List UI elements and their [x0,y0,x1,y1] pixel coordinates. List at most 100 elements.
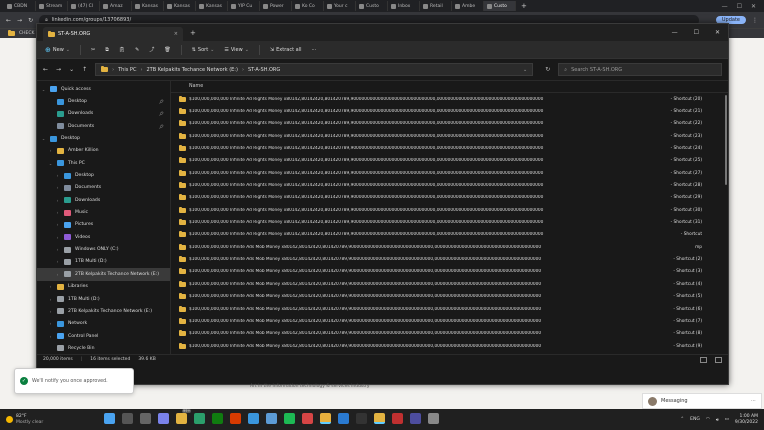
browser-tab[interactable]: Power [260,1,292,11]
sidebar-item[interactable]: › Videos [37,231,170,243]
file-explorer-icon[interactable]: 99+ [176,409,192,424]
sidebar-item[interactable]: › 2TB Kelpakits Techance Network (E:) [37,268,170,281]
search-box[interactable]: ⌕ Search ST-A-SH.ORG [558,63,722,76]
file-row[interactable]: $100,000,000,000 Infinite Ad Rights Mone… [171,192,728,204]
breadcrumb-item[interactable]: 2TB Kelpakits Techance Network (E:) [146,67,237,73]
sort-button[interactable]: ⇅ Sort ⌄ [192,47,215,53]
refresh-icon[interactable]: ↻ [545,66,550,73]
sidebar-item[interactable]: Documents 📌︎ [37,120,170,132]
chrome-icon[interactable] [320,413,331,424]
file-row[interactable]: $100,000,000,000 Infinite Ads Mob Money … [171,291,728,303]
file-row[interactable]: $100,000,000,000 Infinite Ad Rights Mone… [171,216,728,228]
browser-tab[interactable]: Stream [36,1,68,11]
expand-chevron-icon[interactable]: › [48,297,53,302]
folder-icon[interactable] [374,413,385,424]
file-row[interactable]: $100,000,000,000 Infinite Ads Mob Money … [171,266,728,278]
browser-tab[interactable]: Custo [356,1,388,11]
file-row[interactable]: $100,000,000,000 Infinite Ads Mob Money … [171,328,728,340]
column-header-name[interactable]: Name [171,81,728,93]
expand-chevron-icon[interactable]: › [48,148,53,153]
expand-chevron-icon[interactable]: › [55,210,60,215]
expand-chevron-icon[interactable]: ⌄ [41,136,46,141]
cut-icon[interactable]: ✂ [91,47,95,53]
details-view-icon[interactable] [700,356,707,363]
tiles-view-icon[interactable] [715,356,722,363]
close-tab-icon[interactable]: × [174,31,178,37]
file-row[interactable]: $100,000,000,000 Infinite Ads Mob Money … [171,340,728,352]
browser-tab[interactable]: Inbox [388,1,420,11]
recent-chevron-icon[interactable]: ⌄ [69,66,74,73]
browser-tab[interactable]: Kansas [132,1,164,11]
sidebar-item[interactable]: › Music [37,206,170,218]
reload-icon[interactable]: ↻ [28,17,33,24]
back-arrow-icon[interactable]: ← [43,66,48,73]
file-row[interactable]: $100,000,000,000 Infinite Ad Rights Mone… [171,93,728,105]
expand-chevron-icon[interactable]: › [55,259,60,264]
close-window-icon[interactable]: ✕ [715,29,720,36]
sidebar-item[interactable]: › Pictures [37,219,170,231]
expand-chevron-icon[interactable]: › [55,272,60,277]
forward-arrow-icon[interactable]: → [56,66,61,73]
rename-icon[interactable]: ✎ [135,47,139,53]
browser-tab[interactable]: Ko Co [292,1,324,11]
maximize-icon[interactable]: ☐ [694,29,699,36]
sidebar-item[interactable]: › Documents [37,182,170,194]
file-row[interactable]: $100,000,000,000 Infinite Ads Mob Money … [171,241,728,253]
close-window-icon[interactable]: ✕ [751,3,756,10]
sidebar-item[interactable]: › Amber Killion [37,145,170,157]
file-row[interactable]: $100,000,000,000 Infinite Ads Mob Money … [171,253,728,265]
expand-chevron-icon[interactable]: › [55,198,60,203]
sidebar-item[interactable]: › Control Panel [37,330,170,342]
browser-tab[interactable]: Ambe [452,1,484,11]
browser-tab[interactable]: Retail [420,1,452,11]
file-row[interactable]: $100,000,000,000 Infinite Ad Rights Mone… [171,179,728,191]
file-row[interactable]: $100,000,000,000 Infinite Ads Mob Money … [171,303,728,315]
share-icon[interactable]: ⤴ [149,46,154,53]
more-options-icon[interactable]: ⋯ [751,398,756,404]
vscode-icon[interactable] [338,413,349,424]
sidebar-item[interactable]: › Windows ONLY (C:) [37,243,170,255]
breadcrumb-item[interactable]: ST-A-SH.ORG [248,67,280,73]
search-icon[interactable] [122,413,133,424]
messaging-bar[interactable]: Messaging ⋯ [642,393,762,409]
expand-chevron-icon[interactable]: › [55,235,60,240]
new-button[interactable]: ⊕ New ⌄ [45,46,70,54]
expand-chevron-icon[interactable]: › [48,334,53,339]
file-row[interactable]: $100,000,000,000 Infinite Ads Mob Money … [171,352,728,354]
sidebar-item[interactable]: Downloads 📌︎ [37,108,170,120]
start-icon[interactable] [104,413,115,424]
chat-icon[interactable] [158,413,169,424]
file-row[interactable]: $100,000,000,000 Infinite Ad Rights Mone… [171,105,728,117]
explorer-tab[interactable]: ST-A-SH.ORG × [43,27,183,41]
store-icon[interactable] [248,413,259,424]
maximize-icon[interactable]: ☐ [737,3,742,10]
minimize-icon[interactable]: — [722,3,728,10]
language-indicator[interactable]: ENG [690,417,700,422]
sidebar-item[interactable]: ⌄ This PC [37,157,170,169]
edge-icon[interactable] [194,413,205,424]
clock[interactable]: 1:00 AM 9/30/2022 [735,414,758,426]
address-bar[interactable]: › This PC › 2TB Kelpakits Techance Netwo… [95,63,534,76]
new-tab-icon[interactable]: + [190,29,196,37]
app-icon[interactable] [410,413,421,424]
terminal-icon[interactable] [356,413,367,424]
file-row[interactable]: $100,000,000,000 Infinite Ad Rights Mone… [171,229,728,241]
browser-tab[interactable]: Custo [484,1,516,11]
expand-chevron-icon[interactable]: › [55,185,60,190]
menu-dots-icon[interactable]: ⋮ [752,17,758,24]
spotify-icon[interactable] [284,413,295,424]
extract-all-button[interactable]: ⇲ Extract all [270,47,302,53]
new-tab-icon[interactable]: + [521,2,527,10]
chevron-up-icon[interactable]: ⌃ [680,417,684,422]
expand-chevron-icon[interactable]: › [48,309,53,314]
volume-icon[interactable]: 🔊︎ [716,417,719,423]
app-icon[interactable] [428,413,439,424]
back-arrow-icon[interactable]: ← [6,17,11,24]
sidebar-item[interactable]: › 1TB Multi (D:) [37,293,170,305]
expand-chevron-icon[interactable]: › [55,247,60,252]
sidebar-item[interactable]: › Network [37,318,170,330]
minimize-icon[interactable]: — [672,29,678,36]
forward-arrow-icon[interactable]: → [17,17,22,24]
sidebar-item[interactable]: › Downloads [37,194,170,206]
file-row[interactable]: $100,000,000,000 Infinite Ad Rights Mone… [171,155,728,167]
